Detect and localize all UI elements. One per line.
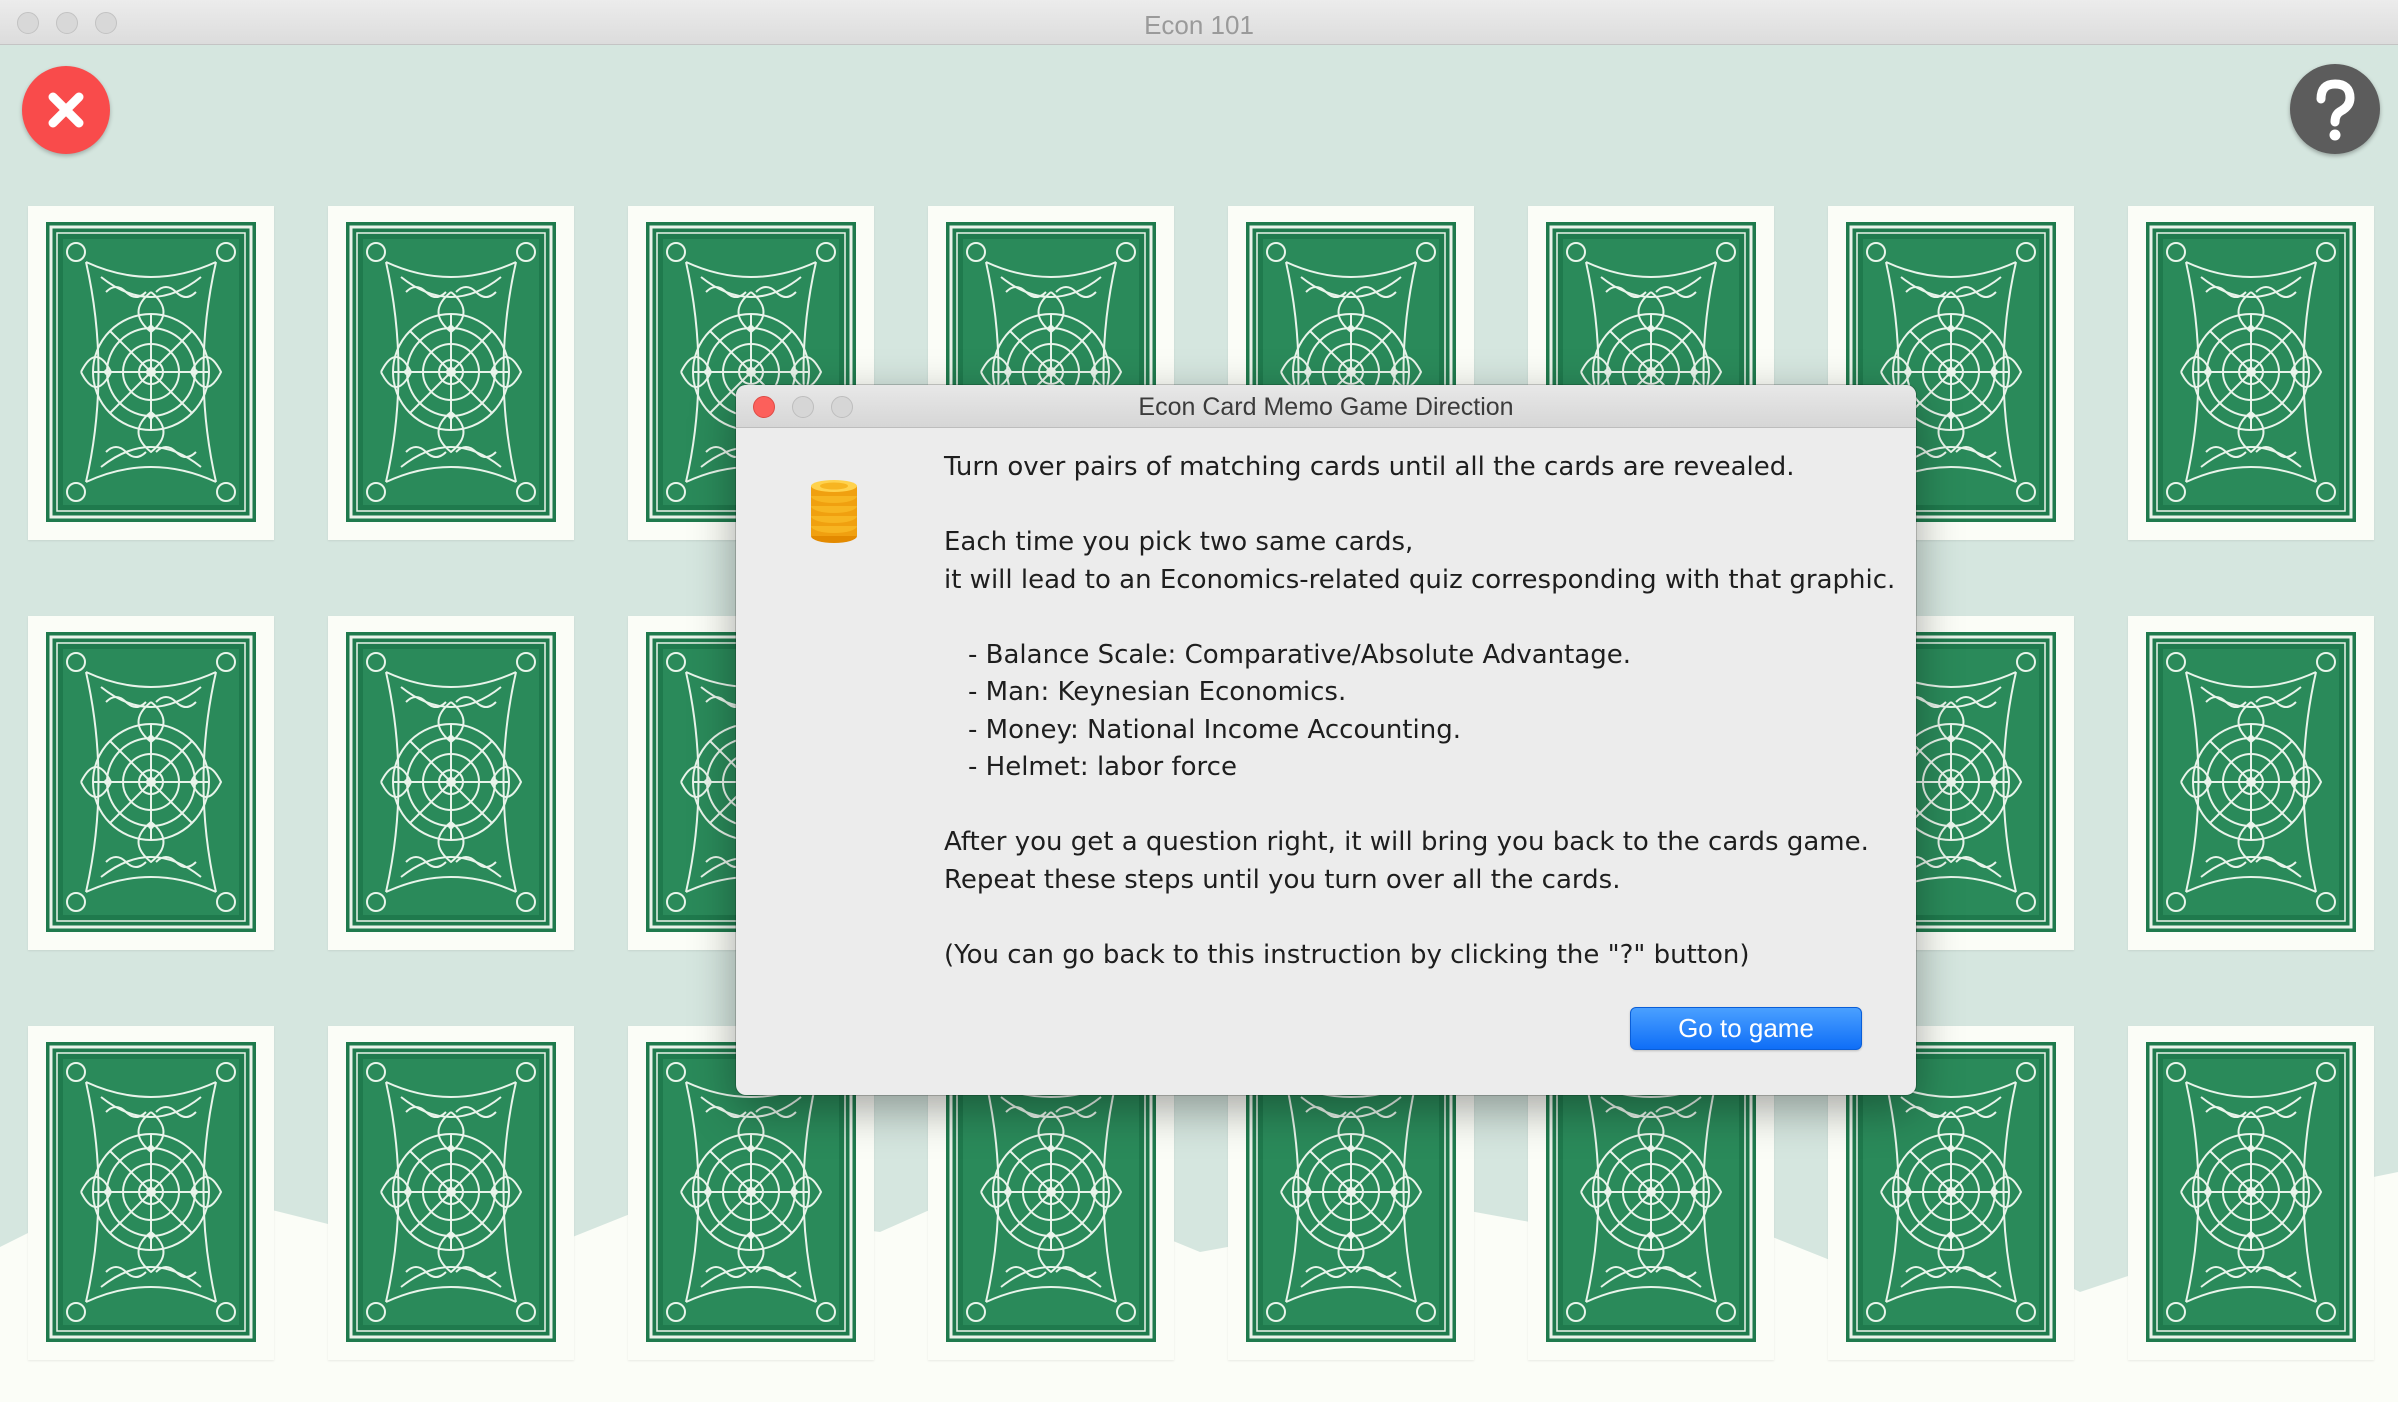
dialog-title: Econ Card Memo Game Direction [1138, 393, 1514, 421]
help-button[interactable] [2290, 64, 2380, 154]
card-back[interactable] [328, 616, 574, 950]
instruction-after-line-1: After you get a question right, it will … [944, 827, 1869, 857]
card-back[interactable] [2128, 206, 2374, 540]
close-x-icon [48, 92, 84, 128]
topic-item: - Balance Scale: Comparative/Absolute Ad… [968, 639, 1632, 670]
card-back[interactable] [328, 206, 574, 540]
coin-stack-icon [811, 480, 857, 543]
card-back[interactable] [28, 616, 274, 950]
card-back[interactable] [328, 1026, 574, 1360]
close-game-button[interactable] [22, 66, 110, 154]
topic-item: - Man: Keynesian Economics. [968, 677, 1347, 707]
instruction-intro: Turn over pairs of matching cards until … [944, 452, 1795, 482]
card-back[interactable] [2128, 1026, 2374, 1360]
go-to-game-button[interactable]: Go to game [1630, 1007, 1862, 1050]
instruction-pick-line-1: Each time you pick two same cards, [944, 527, 1414, 557]
direction-dialog: Econ Card Memo Game Direction Turn over … [736, 385, 1916, 1095]
card-back[interactable] [28, 1026, 274, 1360]
dialog-instructions: Turn over pairs of matching cards until … [944, 449, 1896, 974]
dialog-titlebar: Econ Card Memo Game Direction [736, 385, 1916, 428]
instruction-pick-line-2: it will lead to an Economics-related qui… [944, 564, 1896, 595]
window-titlebar: Econ 101 [0, 0, 2398, 45]
instruction-after-line-2: Repeat these steps until you turn over a… [944, 864, 1621, 895]
question-mark-icon [2316, 79, 2355, 141]
window-title: Econ 101 [1144, 10, 1254, 40]
card-back[interactable] [2128, 616, 2374, 950]
card-back[interactable] [28, 206, 274, 540]
topic-item: - Helmet: labor force [968, 752, 1237, 782]
instruction-help-note: (You can go back to this instruction by … [944, 939, 1750, 970]
topic-item: - Money: National Income Accounting. [968, 714, 1461, 745]
